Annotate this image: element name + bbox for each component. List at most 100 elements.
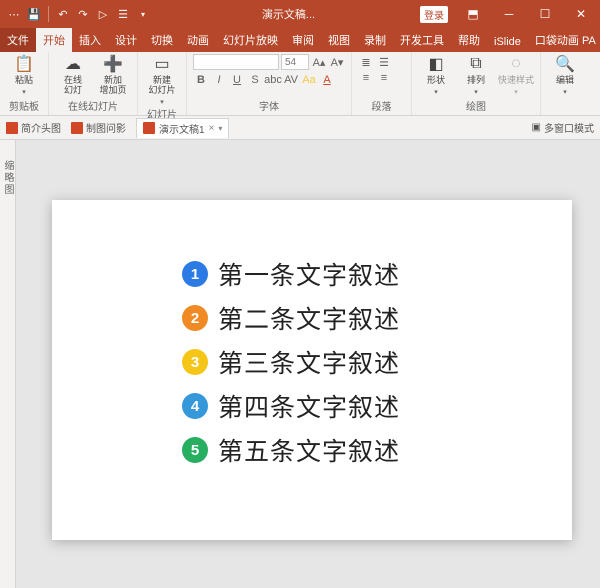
- tab-help[interactable]: 帮助: [451, 28, 487, 52]
- slide[interactable]: 1 第一条文字叙述 2 第二条文字叙述 3 第三条文字叙述 4 第四条文字叙述 …: [52, 200, 572, 540]
- number-badge: 3: [182, 349, 208, 375]
- number-badge: 1: [182, 261, 208, 287]
- bullet-text: 第四条文字叙述: [218, 388, 400, 424]
- font-name-combo[interactable]: [193, 54, 279, 70]
- spacing-icon[interactable]: AV: [283, 72, 299, 88]
- bullets-icon[interactable]: ≣: [358, 54, 374, 70]
- overflow-icon[interactable]: ⋯: [6, 6, 22, 22]
- font-size-combo[interactable]: 54: [281, 54, 309, 70]
- list-item: 1 第一条文字叙述: [182, 256, 552, 292]
- online-slides-button[interactable]: ☁ 在线幻灯: [55, 54, 91, 96]
- chevron-down-icon: ▾: [563, 88, 567, 96]
- close-tab-icon[interactable]: ×: [209, 123, 215, 134]
- shapes-button[interactable]: ◧ 形状 ▾: [418, 54, 454, 96]
- group-online-slides: ☁ 在线幻灯 ➕ 新加增加页 在线幻灯片: [49, 52, 138, 115]
- bullet-text: 第三条文字叙述: [218, 344, 400, 380]
- strike-icon[interactable]: S: [247, 72, 263, 88]
- align-center-icon[interactable]: ≡: [376, 70, 392, 86]
- bold-icon[interactable]: B: [193, 72, 209, 88]
- slideshow-start-icon[interactable]: ▷: [95, 6, 111, 22]
- tab-developer[interactable]: 开发工具: [393, 28, 451, 52]
- underline-icon[interactable]: U: [229, 72, 245, 88]
- tab-options-icon[interactable]: ▾: [218, 124, 222, 133]
- login-button[interactable]: 登录: [420, 6, 448, 23]
- ppt-icon: [143, 122, 155, 134]
- numbering-icon[interactable]: ☰: [376, 54, 392, 70]
- list-item: 4 第四条文字叙述: [182, 388, 552, 424]
- sub-toolbar: 简介头图 制图问影 演示文稿1 × ▾ ▣多窗口模式: [0, 116, 600, 140]
- slide-canvas-area[interactable]: 1 第一条文字叙述 2 第二条文字叙述 3 第三条文字叙述 4 第四条文字叙述 …: [16, 140, 600, 588]
- styles-icon: ◌: [506, 54, 526, 74]
- highlight-icon[interactable]: Aa: [301, 72, 317, 88]
- thumbnail-panel-collapsed[interactable]: 缩略图: [0, 140, 16, 588]
- quick-access-toolbar: ⋯ 💾 ↶ ↷ ▷ ☰ ▾: [0, 6, 157, 22]
- group-label: 在线幻灯片: [55, 98, 131, 115]
- redo-icon[interactable]: ↷: [75, 6, 91, 22]
- italic-icon[interactable]: I: [211, 72, 227, 88]
- group-paragraph: ≣ ☰ ≡ ≡ 段落: [352, 52, 412, 115]
- multi-window-button[interactable]: ▣多窗口模式: [532, 120, 594, 135]
- maximize-button[interactable]: ☐: [528, 0, 562, 28]
- new-slide-icon: ▭: [152, 54, 172, 74]
- tab-home[interactable]: 开始: [36, 28, 72, 52]
- arrange-icon: ⧉: [466, 54, 486, 74]
- find-icon: 🔍: [555, 54, 575, 74]
- tab-slideshow[interactable]: 幻灯片放映: [216, 28, 285, 52]
- grow-font-icon[interactable]: A▴: [311, 54, 327, 70]
- editing-button[interactable]: 🔍 编辑 ▾: [547, 54, 583, 96]
- tab-transitions[interactable]: 切换: [144, 28, 180, 52]
- quick-styles-button[interactable]: ◌ 快速样式 ▾: [498, 54, 534, 96]
- tab-design[interactable]: 设计: [108, 28, 144, 52]
- paste-button[interactable]: 📋 粘贴 ▾: [6, 54, 42, 96]
- undo-icon[interactable]: ↶: [55, 6, 71, 22]
- tab-extra-1[interactable]: 口袋动画 PA: [528, 28, 600, 52]
- group-slides: ▭ 新建幻灯片 ▾ 幻灯片: [138, 52, 187, 115]
- new-slide-button[interactable]: ▭ 新建幻灯片 ▾: [144, 54, 180, 106]
- subbar-item[interactable]: 简介头图: [6, 120, 61, 135]
- group-label: 字体: [193, 98, 345, 115]
- ribbon-options-icon[interactable]: ⬒: [456, 0, 490, 28]
- tab-record[interactable]: 录制: [357, 28, 393, 52]
- group-editing: 🔍 编辑 ▾: [541, 52, 589, 115]
- bullet-text: 第二条文字叙述: [218, 300, 400, 336]
- group-label: [547, 113, 583, 115]
- tab-file[interactable]: 文件: [0, 28, 36, 52]
- chevron-down-icon: ▾: [434, 88, 438, 96]
- cloud-icon: ☁: [63, 54, 83, 74]
- bullet-text: 第一条文字叙述: [218, 256, 400, 292]
- windows-icon: ▣: [532, 122, 541, 133]
- list-item: 2 第二条文字叙述: [182, 300, 552, 336]
- align-left-icon[interactable]: ≡: [358, 70, 374, 86]
- chevron-down-icon: ▾: [474, 88, 478, 96]
- ribbon: 📋 粘贴 ▾ 剪贴板 ☁ 在线幻灯 ➕ 新加增加页 在线幻灯片 ▭ 新建幻灯片: [0, 52, 600, 116]
- font-color-icon[interactable]: A: [319, 72, 335, 88]
- list-item: 5 第五条文字叙述: [182, 432, 552, 468]
- touch-mode-icon[interactable]: ☰: [115, 6, 131, 22]
- add-page-icon: ➕: [103, 54, 123, 74]
- arrange-button[interactable]: ⧉ 排列 ▾: [458, 54, 494, 96]
- minimize-button[interactable]: ─: [492, 0, 526, 28]
- close-button[interactable]: ✕: [564, 0, 598, 28]
- tab-extra-0[interactable]: iSlide: [487, 32, 528, 52]
- chevron-down-icon: ▾: [514, 88, 518, 96]
- chevron-down-icon: ▾: [160, 98, 164, 106]
- group-font: 54 A▴ A▾ B I U S abc AV Aa A 字体: [187, 52, 352, 115]
- qat-dropdown-icon[interactable]: ▾: [135, 6, 151, 22]
- tab-animations[interactable]: 动画: [180, 28, 216, 52]
- subbar-item[interactable]: 制图问影: [71, 120, 126, 135]
- save-icon[interactable]: 💾: [26, 6, 42, 22]
- document-tab[interactable]: 演示文稿1 × ▾: [136, 118, 229, 138]
- tab-review[interactable]: 审阅: [285, 28, 321, 52]
- tab-insert[interactable]: 插入: [72, 28, 108, 52]
- shrink-font-icon[interactable]: A▾: [329, 54, 345, 70]
- ribbon-tabs: 文件 开始 插入 设计 切换 动画 幻灯片放映 审阅 视图 录制 开发工具 帮助…: [0, 28, 600, 52]
- group-label: 段落: [358, 98, 405, 115]
- add-page-button[interactable]: ➕ 新加增加页: [95, 54, 131, 96]
- document-tab-label: 演示文稿1: [159, 121, 205, 136]
- window-title: 演示文稿...: [157, 6, 420, 22]
- group-clipboard: 📋 粘贴 ▾ 剪贴板: [0, 52, 49, 115]
- workspace: 缩略图 1 第一条文字叙述 2 第二条文字叙述 3 第三条文字叙述 4 第四条文…: [0, 140, 600, 588]
- shadow-icon[interactable]: abc: [265, 72, 281, 88]
- title-bar: ⋯ 💾 ↶ ↷ ▷ ☰ ▾ 演示文稿... 登录 ⬒ ─ ☐ ✕: [0, 0, 600, 28]
- tab-view[interactable]: 视图: [321, 28, 357, 52]
